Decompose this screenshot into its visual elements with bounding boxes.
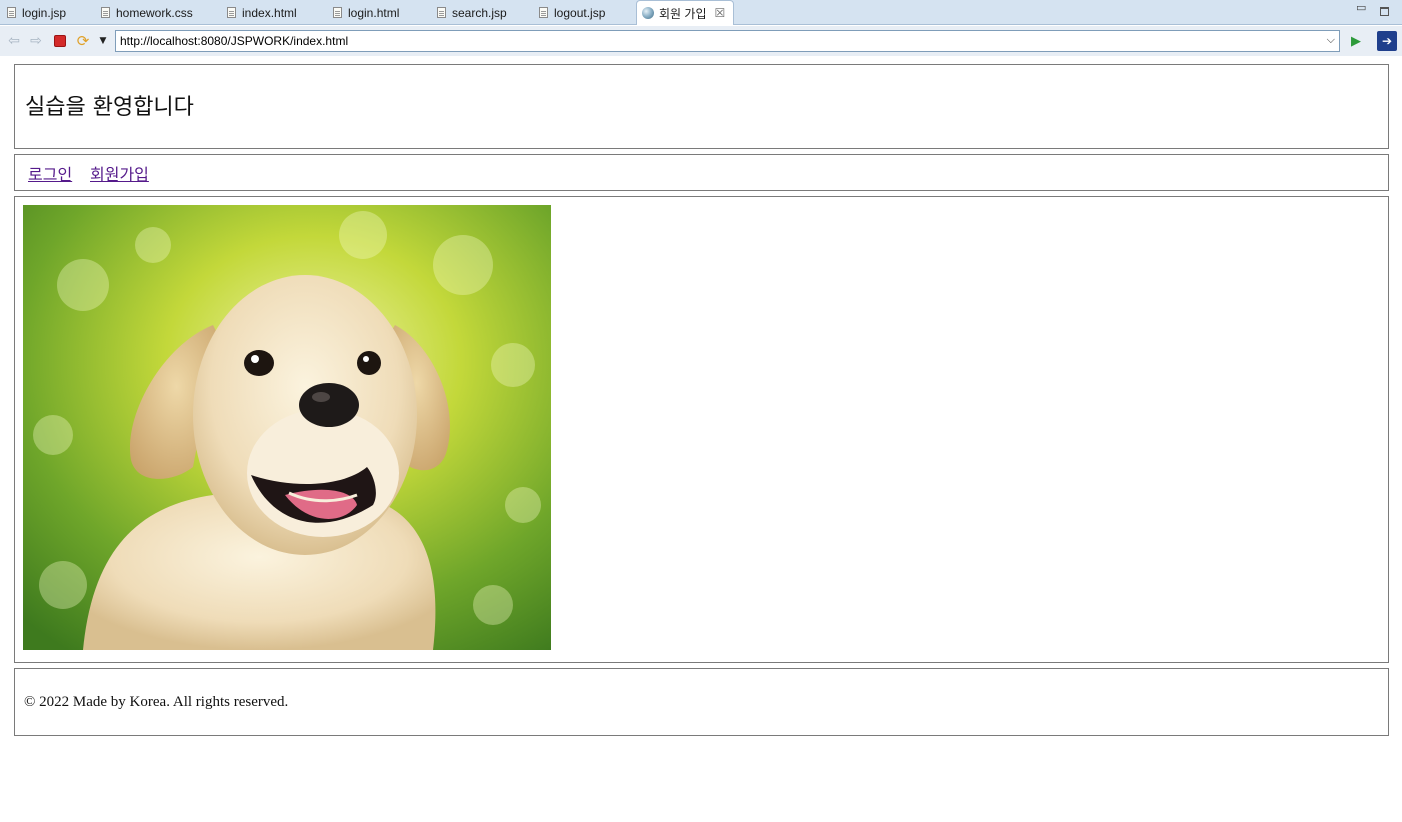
tab-label: index.html (242, 5, 297, 20)
main-content (14, 196, 1389, 663)
tab-label: 회원 가입 (659, 6, 707, 21)
login-link[interactable]: 로그인 (28, 161, 72, 185)
page-header: 실습을 환영합니다 (14, 64, 1389, 149)
tab-index-html[interactable]: index.html (227, 0, 297, 25)
globe-icon (642, 7, 654, 19)
refresh-icon[interactable]: ⟳ (75, 33, 91, 49)
signup-link[interactable]: 회원가입 (90, 161, 149, 185)
footer-text: © 2022 Made by Korea. All rights reserve… (24, 694, 289, 710)
browser-toolbar: ⇦ ⇨ ⟳ ▼ http://localhost:8080/JSPWORK/in… (0, 26, 1402, 56)
page-title: 실습을 환영합니다 (25, 95, 194, 120)
file-icon (437, 7, 446, 18)
tab-search-jsp[interactable]: search.jsp (437, 0, 507, 25)
tab-login-html[interactable]: login.html (333, 0, 399, 25)
tab-label: login.html (348, 5, 400, 20)
page-footer: © 2022 Made by Korea. All rights reserve… (14, 668, 1389, 736)
minimize-icon[interactable]: ▭ (1356, 1, 1366, 14)
maximize-icon[interactable] (1380, 7, 1389, 16)
editor-tab-bar: login.jsp homework.css index.html login.… (0, 0, 1402, 25)
stop-icon[interactable] (52, 33, 68, 49)
page-nav: 로그인 회원가입 (14, 154, 1389, 191)
back-arrow-icon[interactable]: ⇦ (6, 33, 22, 49)
eclipse-icon[interactable]: ➔ (1377, 31, 1397, 51)
forward-arrow-icon[interactable]: ⇨ (28, 33, 44, 49)
tab-label: homework.css (116, 5, 193, 20)
file-icon (227, 7, 236, 18)
file-icon (333, 7, 342, 18)
url-input[interactable]: http://localhost:8080/JSPWORK/index.html… (115, 30, 1340, 52)
tab-label: login.jsp (22, 5, 67, 20)
file-icon (101, 7, 110, 18)
dropdown-icon[interactable]: ▼ (95, 33, 111, 49)
tab-member-join[interactable]: 회원 가입 ☒ (636, 0, 735, 25)
tab-login-jsp[interactable]: login.jsp (7, 0, 66, 25)
tab-homework-css[interactable]: homework.css (101, 0, 193, 25)
url-text: http://localhost:8080/JSPWORK/index.html (120, 34, 349, 48)
tab-label: logout.jsp (554, 5, 606, 20)
close-icon[interactable]: ☒ (715, 7, 726, 19)
file-icon (539, 7, 548, 18)
tab-logout-jsp[interactable]: logout.jsp (539, 0, 605, 25)
chevron-down-icon[interactable]: ⌵ (1327, 34, 1335, 47)
file-icon (7, 7, 16, 18)
tab-label: search.jsp (452, 5, 507, 20)
puppy-image (23, 205, 551, 650)
go-icon[interactable]: ▶ (1348, 33, 1364, 49)
